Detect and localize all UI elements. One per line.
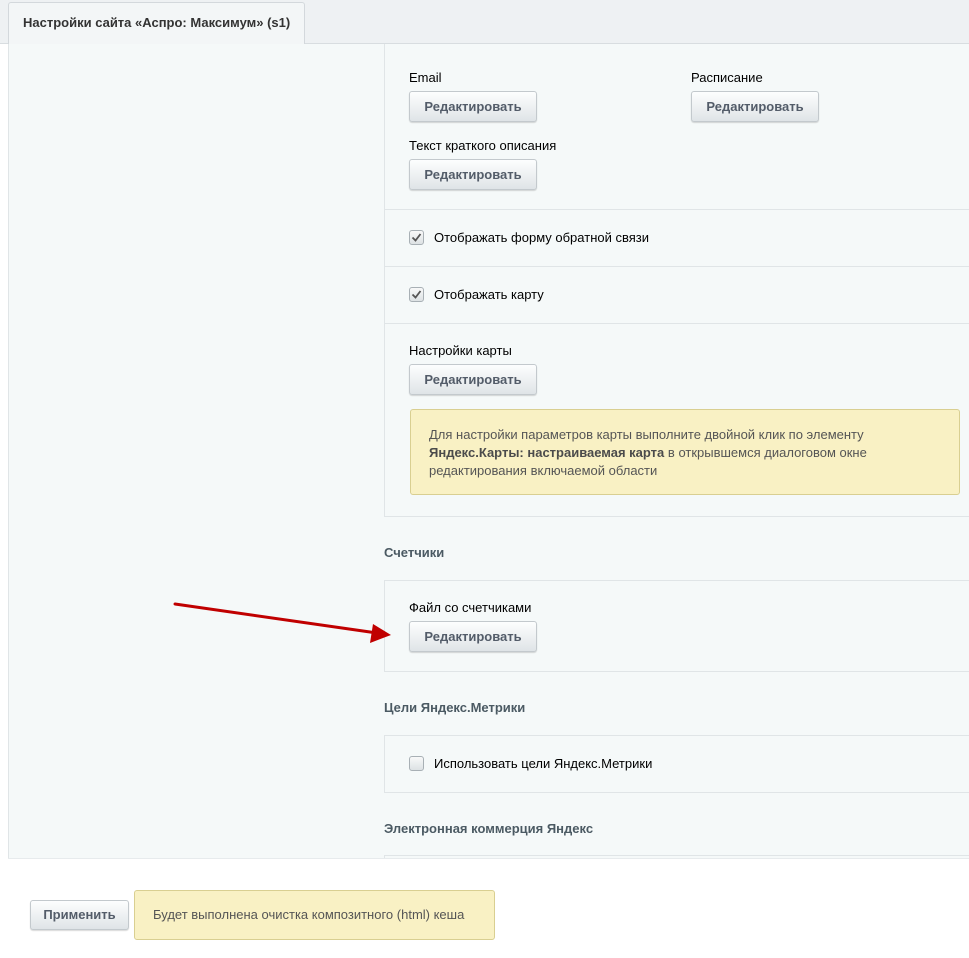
counters-title: Счетчики xyxy=(384,545,445,560)
map-hint-start: Для настройки параметров карты выполните… xyxy=(429,427,864,442)
metrika-row[interactable]: Использовать цели Яндекс.Метрики xyxy=(409,756,652,771)
show-map-group: Отображать карту xyxy=(384,266,969,324)
ecommerce-title: Электронная коммерция Яндекс xyxy=(384,821,594,836)
feedback-form-label: Отображать форму обратной связи xyxy=(434,230,649,245)
show-map-checkbox[interactable] xyxy=(409,287,424,302)
checkmark-icon xyxy=(411,233,422,242)
show-map-label: Отображать карту xyxy=(434,287,544,302)
email-label: Email xyxy=(409,70,442,85)
map-settings-group: Настройки карты Редактировать Для настро… xyxy=(384,323,969,517)
metrika-checkbox[interactable] xyxy=(409,756,424,771)
feedback-form-group: Отображать форму обратной связи xyxy=(384,209,969,267)
schedule-edit-button[interactable]: Редактировать xyxy=(691,91,819,122)
feedback-form-row[interactable]: Отображать форму обратной связи xyxy=(409,230,649,245)
map-settings-label: Настройки карты xyxy=(409,343,512,358)
metrika-title: Цели Яндекс.Метрики xyxy=(384,700,526,715)
tab-bar: Настройки сайта «Аспро: Максимум» (s1) xyxy=(0,0,969,44)
map-hint-bold: Яндекс.Карты: настраиваемая карта xyxy=(429,445,665,460)
cache-notice: Будет выполнена очистка композитного (ht… xyxy=(134,890,495,940)
settings-content: Email Расписание Редактировать Редактиро… xyxy=(8,44,969,858)
apply-button[interactable]: Применить xyxy=(30,900,129,930)
footer-bar: Применить Будет выполнена очистка композ… xyxy=(8,858,969,958)
metrika-group: Использовать цели Яндекс.Метрики xyxy=(384,735,969,793)
counters-file-label: Файл со счетчиками xyxy=(409,600,532,615)
red-arrow-icon xyxy=(173,602,391,643)
map-hint-box: Для настройки параметров карты выполните… xyxy=(410,409,960,495)
checkmark-icon xyxy=(411,290,422,299)
contacts-group: Email Расписание Редактировать Редактиро… xyxy=(384,44,969,210)
counters-group: Файл со счетчиками Редактировать xyxy=(384,580,969,672)
map-settings-edit-button[interactable]: Редактировать xyxy=(409,364,537,395)
show-map-row[interactable]: Отображать карту xyxy=(409,287,544,302)
metrika-label: Использовать цели Яндекс.Метрики xyxy=(434,756,653,771)
feedback-form-checkbox[interactable] xyxy=(409,230,424,245)
tab-site-settings[interactable]: Настройки сайта «Аспро: Максимум» (s1) xyxy=(8,2,306,44)
short-text-label: Текст краткого описания xyxy=(409,138,557,153)
email-edit-button[interactable]: Редактировать xyxy=(409,91,537,122)
schedule-label: Расписание xyxy=(691,70,763,85)
counters-edit-button[interactable]: Редактировать xyxy=(409,621,537,652)
short-text-edit-button[interactable]: Редактировать xyxy=(409,159,537,190)
